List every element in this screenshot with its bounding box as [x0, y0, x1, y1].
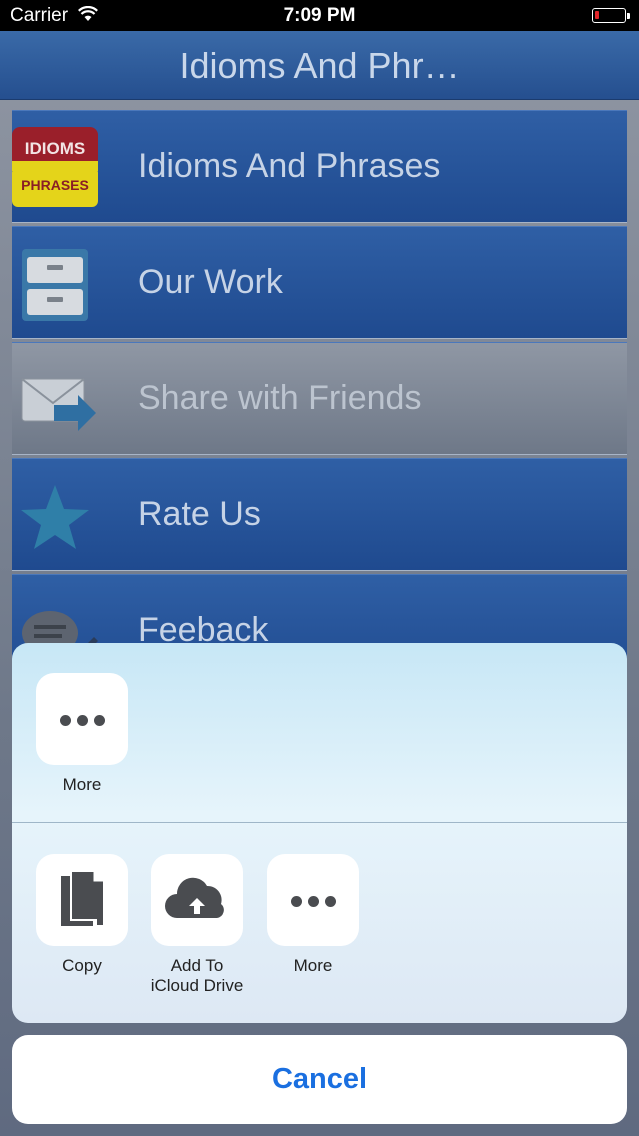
menu-item-share-with-friends[interactable]: Share with Friends [12, 342, 627, 455]
action-label: Copy [62, 956, 102, 975]
logo-text-phrases: PHRASES [21, 177, 89, 193]
menu-item-label: Share with Friends [138, 379, 422, 417]
menu-item-idioms-and-phrases[interactable]: IDIOMS PHRASES Idioms And Phrases [12, 110, 627, 223]
action-label: More [293, 956, 333, 975]
envelope-arrow-icon [12, 357, 98, 441]
battery-icon [592, 8, 626, 23]
share-action-copy[interactable]: Copy [36, 854, 128, 976]
action-label: More [62, 775, 102, 794]
navigation-bar: Idioms And Phr… [0, 31, 639, 100]
more-dots-icon [267, 854, 359, 946]
status-time: 7:09 PM [283, 5, 356, 26]
copy-icon [36, 854, 128, 946]
battery-level [595, 11, 599, 19]
menu-item-rate-us[interactable]: Rate Us [12, 458, 627, 571]
share-action-add-to-icloud-drive[interactable]: Add To iCloud Drive [151, 854, 243, 996]
menu-item-our-work[interactable]: Our Work [12, 226, 627, 339]
filing-cabinet-icon [12, 241, 98, 325]
sheet-divider [12, 822, 627, 823]
status-bar: Carrier 7:09 PM [0, 0, 639, 31]
menu-item-label: Rate Us [138, 495, 261, 533]
nav-title: Idioms And Phr… [179, 45, 460, 86]
share-action-more-top[interactable]: More [36, 673, 128, 795]
idioms-phrases-logo-icon: IDIOMS PHRASES [12, 125, 98, 209]
action-label: Add To iCloud Drive [150, 956, 244, 995]
share-sheet: More Copy Add To iCloud Drive More [12, 643, 627, 1023]
logo-text-idioms: IDIOMS [24, 139, 86, 158]
menu-item-label: Idioms And Phrases [138, 147, 441, 185]
more-dots-icon [36, 673, 128, 765]
share-action-more-bottom[interactable]: More [267, 854, 359, 976]
battery-tip [627, 13, 630, 19]
menu-item-label: Our Work [138, 263, 283, 301]
cancel-button[interactable]: Cancel [12, 1035, 627, 1124]
star-icon [12, 473, 98, 557]
icloud-upload-icon [151, 854, 243, 946]
